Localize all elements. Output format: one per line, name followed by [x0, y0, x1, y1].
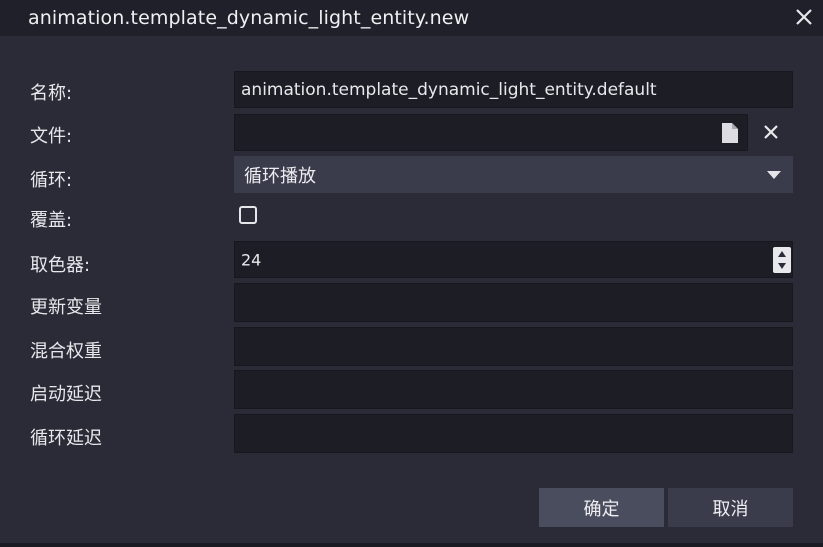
loop-delay-label: 循环延迟 — [30, 428, 102, 449]
close-button[interactable] — [789, 3, 819, 31]
bottom-edge — [0, 543, 823, 547]
name-input[interactable]: animation.template_dynamic_light_entity.… — [234, 71, 793, 108]
picker-value: 24 — [241, 250, 262, 269]
file-label: 文件: — [30, 126, 73, 147]
loop-select-value: 循环播放 — [244, 165, 316, 187]
clear-file-button[interactable] — [757, 118, 785, 146]
loop-delay-input[interactable] — [234, 414, 793, 453]
update-vars-label: 更新变量 — [30, 297, 102, 318]
start-delay-label: 启动延迟 — [30, 384, 102, 405]
chevron-down-icon — [767, 171, 781, 179]
title-bar: animation.template_dynamic_light_entity.… — [0, 0, 823, 36]
file-icon[interactable] — [721, 122, 739, 144]
loop-label: 循环: — [30, 170, 73, 191]
loop-select[interactable]: 循环播放 — [234, 156, 793, 193]
start-delay-input[interactable] — [234, 370, 793, 409]
file-input[interactable] — [234, 114, 748, 151]
name-input-value: animation.template_dynamic_light_entity.… — [241, 79, 657, 100]
window-title: animation.template_dynamic_light_entity.… — [28, 7, 470, 29]
close-icon — [796, 9, 812, 25]
override-label: 覆盖: — [30, 210, 73, 231]
override-checkbox[interactable] — [239, 206, 257, 224]
picker-number-input[interactable]: 24 — [234, 241, 793, 278]
picker-label: 取色器: — [30, 255, 91, 276]
update-vars-input[interactable] — [234, 283, 793, 322]
spinner-icon[interactable] — [773, 247, 791, 273]
cancel-button[interactable]: 取消 — [668, 488, 793, 527]
blend-weight-input[interactable] — [234, 327, 793, 366]
name-label: 名称: — [30, 83, 73, 104]
ok-button[interactable]: 确定 — [539, 488, 664, 527]
blend-weight-label: 混合权重 — [30, 341, 102, 362]
clear-icon — [764, 125, 778, 139]
